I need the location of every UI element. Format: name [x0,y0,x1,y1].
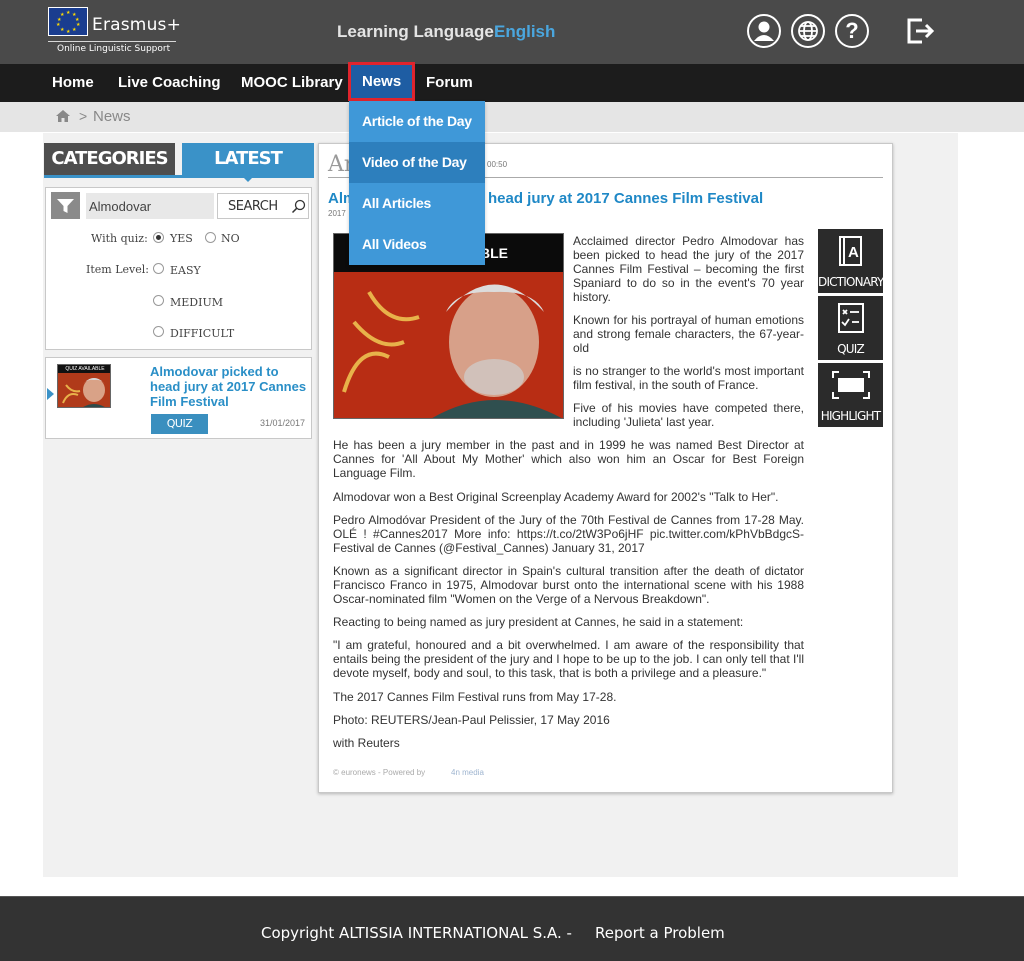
level-medium-label: MEDIUM [170,296,223,309]
svg-text:A: A [848,244,859,261]
quiz-tool[interactable]: QUIZ [818,296,883,360]
highlight-icon [832,371,870,399]
with-quiz-label: With quiz: [91,232,148,245]
tab-latest[interactable]: LATEST [182,143,314,175]
report-problem-link[interactable]: Report a Problem [595,924,725,942]
result-quiz-button[interactable]: QUIZ [151,414,208,434]
article-photo-credit: Photo: REUTERS/Jean-Paul Pelissier, 17 M… [333,713,610,727]
brand-name: Erasmus+ [92,15,182,35]
powered-by-brand[interactable]: 4n media [451,768,484,777]
nav-home[interactable]: Home [52,74,94,91]
news-dropdown-menu: Article of the Day Video of the Day All … [349,101,485,265]
article-paragraph-side-1: Acclaimed director Pedro Almodovar has b… [573,234,804,304]
menu-item-article-of-the-day[interactable]: Article of the Day [349,101,485,142]
level-difficult-label: DIFFICULT [170,327,235,340]
article-time: 00:50 [487,160,508,169]
item-level-label: Item Level: [86,263,149,276]
help-icon[interactable]: ? [835,14,869,48]
with-quiz-no-radio[interactable] [205,232,216,243]
level-difficult-radio[interactable] [153,326,164,337]
article-paragraph-2: Almodovar won a Best Original Screenplay… [333,490,779,504]
article-paragraph-4: Known as a significant director in Spain… [333,564,804,606]
tab-categories[interactable]: CATEGORIES [44,143,175,175]
article-paragraph-1: He has been a jury member in the past an… [333,438,804,480]
result-thumbnail[interactable]: QUIZ AVAILABLE [57,364,111,408]
quiz-label: QUIZ [837,342,865,356]
search-icon [291,199,306,214]
nav-live-coaching[interactable]: Live Coaching [118,74,221,91]
article-paragraph-side-3: is no stranger to the world's most impor… [573,364,804,392]
globe-icon[interactable] [791,14,825,48]
result-date: 31/01/2017 [260,418,306,428]
article-paragraph-3: Pedro Almodóvar President of the Jury of… [333,513,804,555]
level-medium-radio[interactable] [153,295,164,306]
quiz-icon [838,303,864,333]
quiz-available-badge: QUIZ AVAILABLE [58,365,110,373]
article-paragraph-side-4: Five of his movies have competed there, … [573,401,804,429]
menu-item-all-videos[interactable]: All Videos [349,224,485,265]
learning-language-label: Learning Language: [337,22,500,41]
eu-flag-icon: ★ ★ ★ ★ ★ ★ ★ ★ ★ ★ [48,7,88,36]
highlight-tool[interactable]: HIGHLIGHT [818,363,883,427]
brand-subtitle: Online Linguistic Support [57,44,171,54]
article-title-end: head jury at 2017 Cannes Film Festival [488,190,764,207]
breadcrumb-current: News [93,108,131,125]
article-source: with Reuters [333,736,400,750]
logo-divider [48,41,176,42]
article-paragraph-side-2: Known for his portrayal of human emotion… [573,313,804,355]
with-quiz-no-label: NO [221,232,240,245]
nav-news-label: News [362,73,402,90]
learning-language-value[interactable]: English [494,22,555,42]
search-input[interactable] [86,193,214,219]
breadcrumb-separator: > [79,108,88,124]
logout-icon[interactable] [904,14,938,48]
with-quiz-yes-radio[interactable] [153,232,164,243]
menu-item-all-articles[interactable]: All Articles [349,183,485,224]
help-glyph: ? [845,18,859,43]
highlight-label: HIGHLIGHT [820,409,881,423]
nav-forum[interactable]: Forum [426,74,473,91]
dictionary-tool[interactable]: A DICTIONARY [818,229,884,293]
nav-news[interactable]: News [348,62,415,101]
article-quote: "I am grateful, honoured and a bit overw… [333,638,804,680]
with-quiz-yes-label: YES [170,232,193,245]
article-paragraph-5: Reacting to being named as jury presiden… [333,615,744,629]
nav-mooc-library[interactable]: MOOC Library [241,74,343,91]
search-button[interactable]: SEARCH [217,193,309,219]
tab-underline [44,175,314,178]
funnel-icon [57,199,74,213]
level-easy-label: EASY [170,264,201,277]
article-date: 2017 [328,209,346,218]
erasmus-logo[interactable]: ★ ★ ★ ★ ★ ★ ★ ★ ★ ★ Erasmus+ Online Ling… [48,7,181,57]
breadcrumb: > News [0,102,1024,132]
filter-toggle[interactable] [51,192,80,219]
menu-item-video-of-the-day[interactable]: Video of the Day [349,142,485,183]
dictionary-icon: A [839,236,862,266]
result-title[interactable]: Almodovar picked to head jury at 2017 Ca… [150,364,310,409]
search-button-label: SEARCH [228,199,278,214]
level-easy-radio[interactable] [153,263,164,274]
selected-arrow-icon [47,388,54,400]
main-nav: Home Live Coaching MOOC Library Forum [0,64,1024,102]
home-icon[interactable] [56,110,70,122]
footer-copyright: Copyright ALTISSIA INTERNATIONAL S.A. - [261,924,572,942]
user-icon[interactable] [747,14,781,48]
article-footer: © euronews - Powered by [333,768,426,777]
dictionary-label: DICTIONARY [818,275,884,289]
article-paragraph-6: The 2017 Cannes Film Festival runs from … [333,690,617,704]
